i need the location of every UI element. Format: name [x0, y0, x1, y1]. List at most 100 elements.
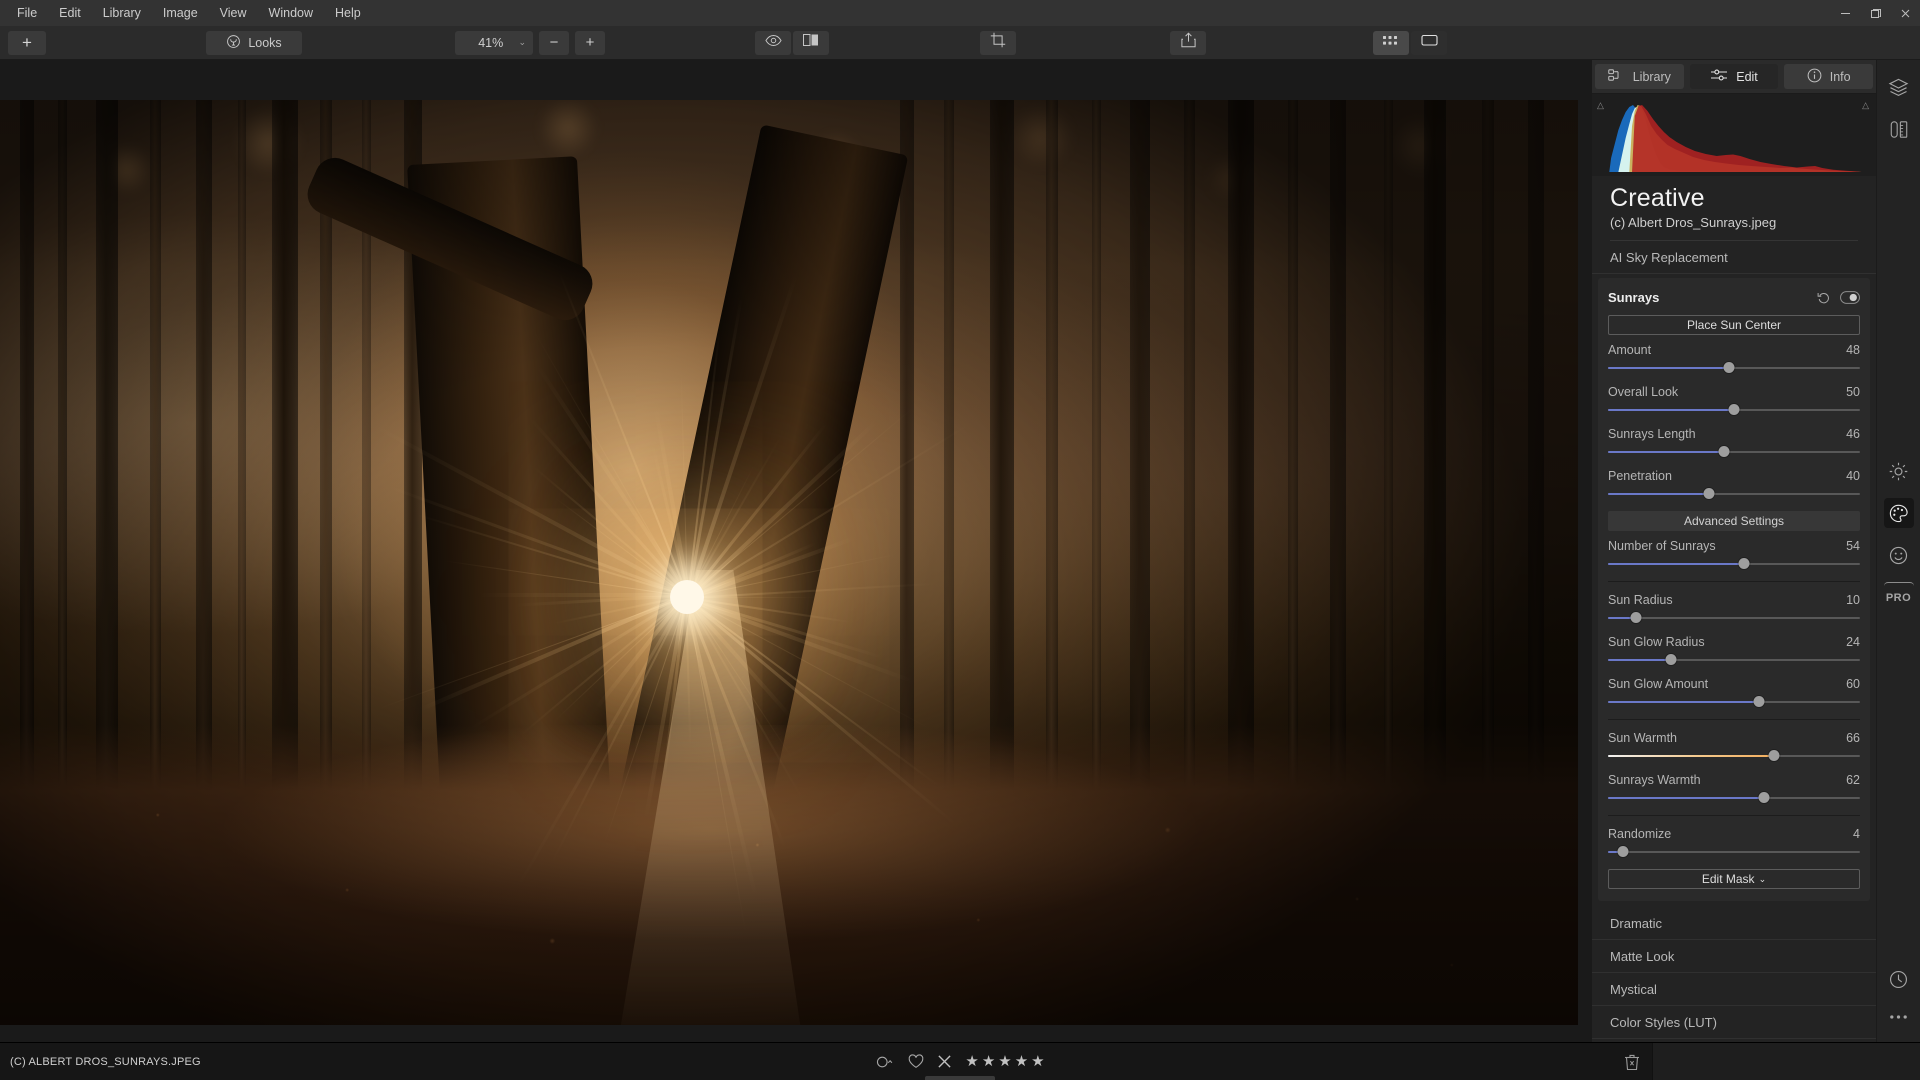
menu-item-image[interactable]: Image [152, 1, 209, 25]
tab-info[interactable]: Info [1784, 64, 1874, 89]
color-label-icon[interactable] [875, 1055, 895, 1069]
divider [1608, 719, 1860, 720]
zoom-in-button[interactable]: + [575, 30, 605, 55]
slider-handle[interactable] [1753, 696, 1765, 707]
menu-item-file[interactable]: File [6, 1, 48, 25]
slider-sun-glow-amount[interactable]: Sun Glow Amount 60 [1608, 677, 1860, 708]
slider-label: Number of Sunrays [1608, 539, 1716, 553]
menu-item-library[interactable]: Library [92, 1, 152, 25]
category-matte-look[interactable]: Matte Look [1592, 940, 1876, 973]
slider-handle[interactable] [1768, 750, 1780, 761]
slider-handle[interactable] [1703, 488, 1715, 499]
more-dots-icon[interactable] [1884, 1002, 1914, 1032]
reset-arrow-icon[interactable] [1817, 291, 1830, 304]
portrait-face-icon[interactable] [1884, 540, 1914, 570]
shadow-clip-indicator-icon[interactable]: △ [1597, 100, 1604, 111]
slider-overall-look[interactable]: Overall Look 50 [1608, 385, 1860, 416]
slider-label: Randomize [1608, 827, 1672, 841]
zoom-out-button[interactable]: − [539, 30, 569, 55]
slider-track[interactable] [1608, 846, 1860, 858]
slider-penetration[interactable]: Penetration 40 [1608, 469, 1860, 500]
pro-icon[interactable]: PRO [1883, 582, 1914, 612]
advanced-settings-button[interactable]: Advanced Settings [1608, 511, 1860, 531]
toggle-eye-icon[interactable] [1840, 290, 1860, 304]
edit-mask-button[interactable]: Edit Mask ⌄ [1608, 869, 1860, 889]
slider-handle[interactable] [1728, 404, 1740, 415]
star-2[interactable]: ★ [982, 1054, 995, 1069]
menu-item-view[interactable]: View [209, 1, 258, 25]
slider-sun-warmth[interactable]: Sun Warmth 66 [1608, 731, 1860, 762]
star-3[interactable]: ★ [998, 1054, 1011, 1069]
slider-amount[interactable]: Amount 48 [1608, 343, 1860, 374]
slider-handle[interactable] [1617, 846, 1629, 857]
export-share-button[interactable] [1170, 30, 1206, 55]
heart-icon[interactable] [908, 1054, 924, 1069]
slider-sunrays-length[interactable]: Sunrays Length 46 [1608, 427, 1860, 458]
slider-track[interactable] [1608, 792, 1860, 804]
slider-track[interactable] [1608, 558, 1860, 570]
essentials-sun-icon[interactable] [1884, 456, 1914, 486]
menu-item-help[interactable]: Help [324, 1, 372, 25]
panel-body: Creative (c) Albert Dros_Sunrays.jpeg AI… [1592, 176, 1876, 1042]
zoom-level-select[interactable]: 41% ⌄ [455, 30, 533, 55]
slider-handle[interactable] [1738, 558, 1750, 569]
highlight-clip-indicator-icon[interactable]: △ [1862, 100, 1869, 111]
main-toolbar: + Looks 41% ⌄ − + [0, 26, 1920, 60]
place-sun-center-button[interactable]: Place Sun Center [1608, 315, 1860, 335]
star-rating[interactable]: ★ ★ ★ ★ ★ [965, 1054, 1044, 1069]
menu-item-edit[interactable]: Edit [48, 1, 92, 25]
slider-number-of-sunrays[interactable]: Number of Sunrays 54 [1608, 539, 1860, 570]
slider-track[interactable] [1608, 696, 1860, 708]
grid-view-button[interactable] [1373, 30, 1409, 55]
tab-edit[interactable]: Edit [1689, 64, 1779, 89]
window-minimize-button[interactable] [1830, 0, 1860, 26]
slider-handle[interactable] [1718, 446, 1730, 457]
slider-handle[interactable] [1665, 654, 1677, 665]
slider-value: 24 [1846, 635, 1860, 649]
image-canvas[interactable] [0, 60, 1592, 1042]
star-5[interactable]: ★ [1031, 1054, 1044, 1069]
slider-track[interactable] [1608, 404, 1860, 416]
compare-before-after-button[interactable] [793, 30, 829, 55]
window-close-button[interactable] [1890, 0, 1920, 26]
reject-x-icon[interactable] [937, 1054, 952, 1069]
window-maximize-button[interactable] [1860, 0, 1890, 26]
slider-fill [1608, 451, 1724, 453]
slider-track[interactable] [1608, 654, 1860, 666]
slider-track[interactable] [1608, 612, 1860, 624]
slider-sun-radius[interactable]: Sun Radius 10 [1608, 593, 1860, 624]
looks-button[interactable]: Looks [206, 30, 302, 55]
category-color-styles-lut-[interactable]: Color Styles (LUT) [1592, 1006, 1876, 1039]
slider-track[interactable] [1608, 362, 1860, 374]
creative-palette-icon[interactable] [1883, 498, 1914, 528]
category-mystical[interactable]: Mystical [1592, 973, 1876, 1006]
category-ai-sky-replacement[interactable]: AI Sky Replacement [1592, 241, 1876, 274]
slider-track[interactable] [1608, 488, 1860, 500]
star-4[interactable]: ★ [1015, 1054, 1028, 1069]
slider-randomize[interactable]: Randomize 4 [1608, 827, 1860, 858]
menu-item-window[interactable]: Window [258, 1, 324, 25]
history-clock-icon[interactable] [1884, 964, 1914, 994]
edit-mask-label: Edit Mask [1701, 872, 1755, 886]
star-1[interactable]: ★ [965, 1054, 978, 1069]
single-view-button[interactable] [1411, 30, 1447, 55]
app-root: File Edit Library Image View Window Help + Loo… [0, 0, 1920, 1080]
compare-tools-icon[interactable] [1884, 114, 1914, 144]
tab-library[interactable]: Library [1595, 64, 1684, 89]
zoom-level-value: 41% [478, 35, 504, 50]
resize-handle[interactable] [925, 1076, 995, 1080]
slider-sunrays-warmth[interactable]: Sunrays Warmth 62 [1608, 773, 1860, 804]
histogram[interactable]: △ △ [1592, 94, 1876, 176]
slider-handle[interactable] [1723, 362, 1735, 373]
add-photos-button[interactable]: + [8, 30, 46, 55]
slider-track[interactable] [1608, 446, 1860, 458]
slider-handle[interactable] [1630, 612, 1642, 623]
slider-track[interactable] [1608, 750, 1860, 762]
layers-icon[interactable] [1884, 72, 1914, 102]
trash-icon[interactable] [1624, 1053, 1640, 1071]
slider-sun-glow-radius[interactable]: Sun Glow Radius 24 [1608, 635, 1860, 666]
category-dramatic[interactable]: Dramatic [1592, 907, 1876, 940]
crop-tool-button[interactable] [980, 30, 1016, 55]
preview-toggle-button[interactable] [755, 30, 791, 55]
slider-handle[interactable] [1758, 792, 1770, 803]
